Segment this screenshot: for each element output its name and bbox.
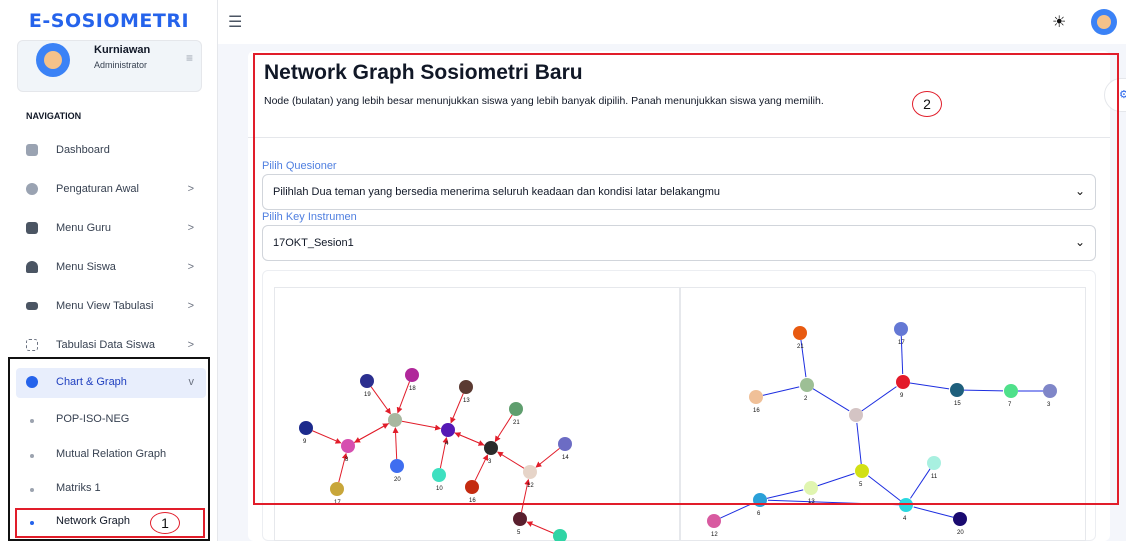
- sidebar-item-label: Pengaturan Awal: [56, 183, 139, 195]
- chart-icon: [26, 144, 38, 156]
- chevron-right-icon: >: [187, 300, 194, 312]
- graph-edge: [526, 521, 554, 534]
- chevron-right-icon: >: [187, 183, 194, 195]
- chevron-right-icon: >: [187, 222, 194, 234]
- graph-edge: [913, 506, 954, 518]
- graph-node-label: 4: [903, 516, 907, 522]
- sidebar-item-dashboard[interactable]: Dashboard: [16, 136, 206, 166]
- sidebar-item-label: Menu View Tabulasi: [56, 300, 154, 312]
- highlight-box-content: [253, 53, 1119, 505]
- graph-node-label: 12: [711, 532, 718, 538]
- users-icon: [26, 261, 38, 273]
- graph-node-label: 6: [757, 511, 761, 517]
- graph-edge: [720, 502, 753, 519]
- theme-toggle-sun-icon[interactable]: ☀: [1052, 12, 1066, 32]
- user-menu-icon[interactable]: ≡: [186, 51, 193, 65]
- profile-avatar[interactable]: [1091, 9, 1117, 35]
- chevron-right-icon: >: [187, 339, 194, 351]
- hierarchy-icon: [26, 339, 38, 351]
- sidebar-item-label: Menu Siswa: [56, 261, 116, 273]
- top-bar: ☰ ☀: [218, 0, 1126, 44]
- sidebar: E-SOSIOMETRI Kurniawan Administrator ≡ N…: [0, 0, 218, 541]
- sidebar-item-label: Tabulasi Data Siswa: [56, 339, 156, 351]
- hamburger-icon[interactable]: ☰: [228, 12, 242, 32]
- gear-icon: ⚙: [1119, 89, 1126, 101]
- user-name: Kurniawan: [94, 44, 151, 56]
- sidebar-item-label: Menu Guru: [56, 222, 112, 234]
- table-icon: [26, 302, 38, 310]
- annotation-number-2: 2: [912, 91, 942, 117]
- graph-node[interactable]: [707, 514, 721, 528]
- graph-node[interactable]: [513, 512, 527, 526]
- nav-heading: NAVIGATION: [26, 111, 82, 121]
- graph-node[interactable]: [953, 512, 967, 526]
- user-avatar: [36, 43, 70, 77]
- gear-icon: [26, 183, 38, 195]
- sidebar-item-menu-guru[interactable]: Menu Guru >: [16, 214, 206, 244]
- file-icon: [26, 222, 38, 234]
- annotation-number-1: 1: [150, 512, 180, 534]
- graph-node-label: 20: [957, 530, 964, 536]
- sidebar-item-pengaturan-awal[interactable]: Pengaturan Awal >: [16, 175, 206, 205]
- chevron-right-icon: >: [187, 261, 194, 273]
- app-logo[interactable]: E-SOSIOMETRI: [0, 10, 218, 32]
- sidebar-item-label: Dashboard: [56, 144, 110, 156]
- user-role: Administrator: [94, 60, 148, 70]
- graph-node[interactable]: [553, 529, 567, 541]
- user-card[interactable]: Kurniawan Administrator ≡: [17, 40, 202, 92]
- graph-node-label: 5: [517, 530, 521, 536]
- sidebar-item-menu-siswa[interactable]: Menu Siswa >: [16, 253, 206, 283]
- sidebar-item-menu-view-tabulasi[interactable]: Menu View Tabulasi >: [16, 292, 206, 322]
